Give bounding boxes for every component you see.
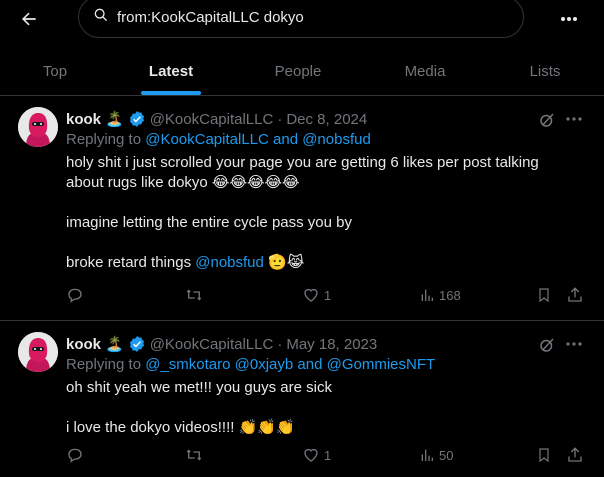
tweet-line: holy shit i just scrolled your page you … [66, 154, 539, 171]
tweet-line-emoji: 🫡😹 [268, 254, 305, 271]
replying-targets[interactable]: @_smkotaro @0xjayb and @GommiesNFT [145, 356, 435, 373]
replying-to: Replying to @KookCapitalLLC and @nobsfud [66, 131, 371, 148]
retweet-icon [186, 289, 202, 301]
tab-lists[interactable]: Lists [486, 48, 604, 95]
tab-lists-label: Lists [529, 63, 561, 80]
view-count: 168 [439, 287, 461, 303]
replying-prefix: Replying to [66, 356, 142, 373]
tweet-text: holy shit i just scrolled your page you … [66, 153, 566, 273]
tweet-more-icon[interactable] [564, 109, 584, 129]
replying-to: Replying to @_smkotaro @0xjayb and @Gomm… [66, 356, 435, 373]
name-emoji: 🏝️ [105, 336, 124, 353]
verified-badge-icon[interactable] [128, 335, 146, 353]
share-icon [568, 287, 582, 302]
views-icon [421, 449, 433, 461]
tweet-text: oh shit yeah we met!!! you guys are sick… [66, 378, 566, 438]
tab-top-label: Top [42, 63, 68, 80]
back-arrow-icon[interactable] [14, 4, 44, 34]
tab-people-label: People [274, 63, 322, 80]
avatar[interactable] [18, 107, 58, 147]
like-button[interactable]: 1 [302, 286, 331, 304]
views-icon [421, 289, 433, 301]
heart-icon [304, 288, 318, 302]
like-count: 1 [324, 447, 332, 463]
timestamp[interactable]: Dec 8, 2024 [286, 111, 367, 128]
tab-top[interactable]: Top [0, 48, 110, 95]
reply-button[interactable] [66, 446, 84, 464]
grok-icon[interactable] [538, 111, 556, 129]
avatar[interactable] [18, 332, 58, 372]
view-count: 50 [439, 447, 454, 463]
search-input[interactable]: from:KookCapitalLLC dokyo [78, 0, 524, 38]
separator-dot: · [277, 110, 283, 128]
retweet-button[interactable] [184, 286, 204, 304]
verified-badge-icon[interactable] [128, 110, 146, 128]
tweet-line-text: broke retard things [66, 254, 192, 271]
display-name[interactable]: kook [66, 111, 101, 128]
timestamp[interactable]: May 18, 2023 [286, 336, 377, 353]
reply-button[interactable] [66, 286, 84, 304]
mention-link[interactable]: @nobsfud [195, 254, 264, 271]
bookmark-icon [539, 448, 549, 463]
retweet-button[interactable] [184, 446, 204, 464]
tweet-header: kook 🏝️ @KookCapitalLLC · Dec 8, 2024 [66, 109, 367, 129]
like-count: 1 [324, 287, 332, 303]
active-tab-indicator [141, 91, 201, 95]
tweet-line: oh shit yeah we met!!! you guys are sick [66, 379, 332, 396]
name-emoji: 🏝️ [105, 111, 124, 128]
like-button[interactable]: 1 [302, 446, 331, 464]
search-tabs: Top Latest People Media Lists [0, 48, 604, 96]
tab-people[interactable]: People [232, 48, 364, 95]
grok-icon[interactable] [538, 336, 556, 354]
reply-icon [68, 448, 82, 463]
tweet-line: i love the dokyo videos!!!! 👏👏👏 [66, 419, 295, 436]
tweet-line: about rugs like dokyo 😂😂😂😂😂 [66, 174, 300, 191]
bookmark-button[interactable] [536, 286, 552, 304]
tweet-line: imagine letting the entire cycle pass yo… [66, 214, 352, 231]
top-bar: from:KookCapitalLLC dokyo [0, 0, 604, 40]
replying-targets[interactable]: @KookCapitalLLC and @nobsfud [145, 131, 371, 148]
tweet[interactable]: kook 🏝️ @KookCapitalLLC · Dec 8, 2024 Re… [0, 97, 604, 321]
replying-prefix: Replying to [66, 131, 142, 148]
search-query: from:KookCapitalLLC dokyo [117, 8, 304, 26]
search-icon [93, 7, 109, 28]
separator-dot: · [277, 335, 283, 353]
views-button[interactable]: 50 [419, 446, 453, 464]
tweet-actions: 1 168 [66, 286, 596, 306]
tweet-actions: 1 50 [66, 446, 596, 466]
bookmark-icon [539, 288, 549, 303]
retweet-icon [186, 449, 202, 461]
handle[interactable]: @KookCapitalLLC [150, 336, 274, 353]
more-options-icon[interactable] [556, 6, 582, 32]
tab-latest[interactable]: Latest [110, 48, 232, 95]
tab-latest-label: Latest [148, 63, 194, 80]
heart-icon [304, 448, 318, 462]
tab-media[interactable]: Media [364, 48, 486, 95]
tab-media-label: Media [404, 63, 446, 80]
views-button[interactable]: 168 [419, 286, 461, 304]
display-name[interactable]: kook [66, 336, 101, 353]
tweet-line: broke retard things @nobsfud 🫡😹 [66, 253, 566, 273]
share-icon [568, 447, 582, 462]
reply-icon [68, 288, 82, 303]
share-button[interactable] [566, 286, 584, 304]
tweet[interactable]: kook 🏝️ @KookCapitalLLC · May 18, 2023 R… [0, 322, 604, 477]
share-button[interactable] [566, 446, 584, 464]
handle[interactable]: @KookCapitalLLC [150, 111, 274, 128]
tweet-more-icon[interactable] [564, 334, 584, 354]
bookmark-button[interactable] [536, 446, 552, 464]
tweet-header: kook 🏝️ @KookCapitalLLC · May 18, 2023 [66, 334, 377, 354]
